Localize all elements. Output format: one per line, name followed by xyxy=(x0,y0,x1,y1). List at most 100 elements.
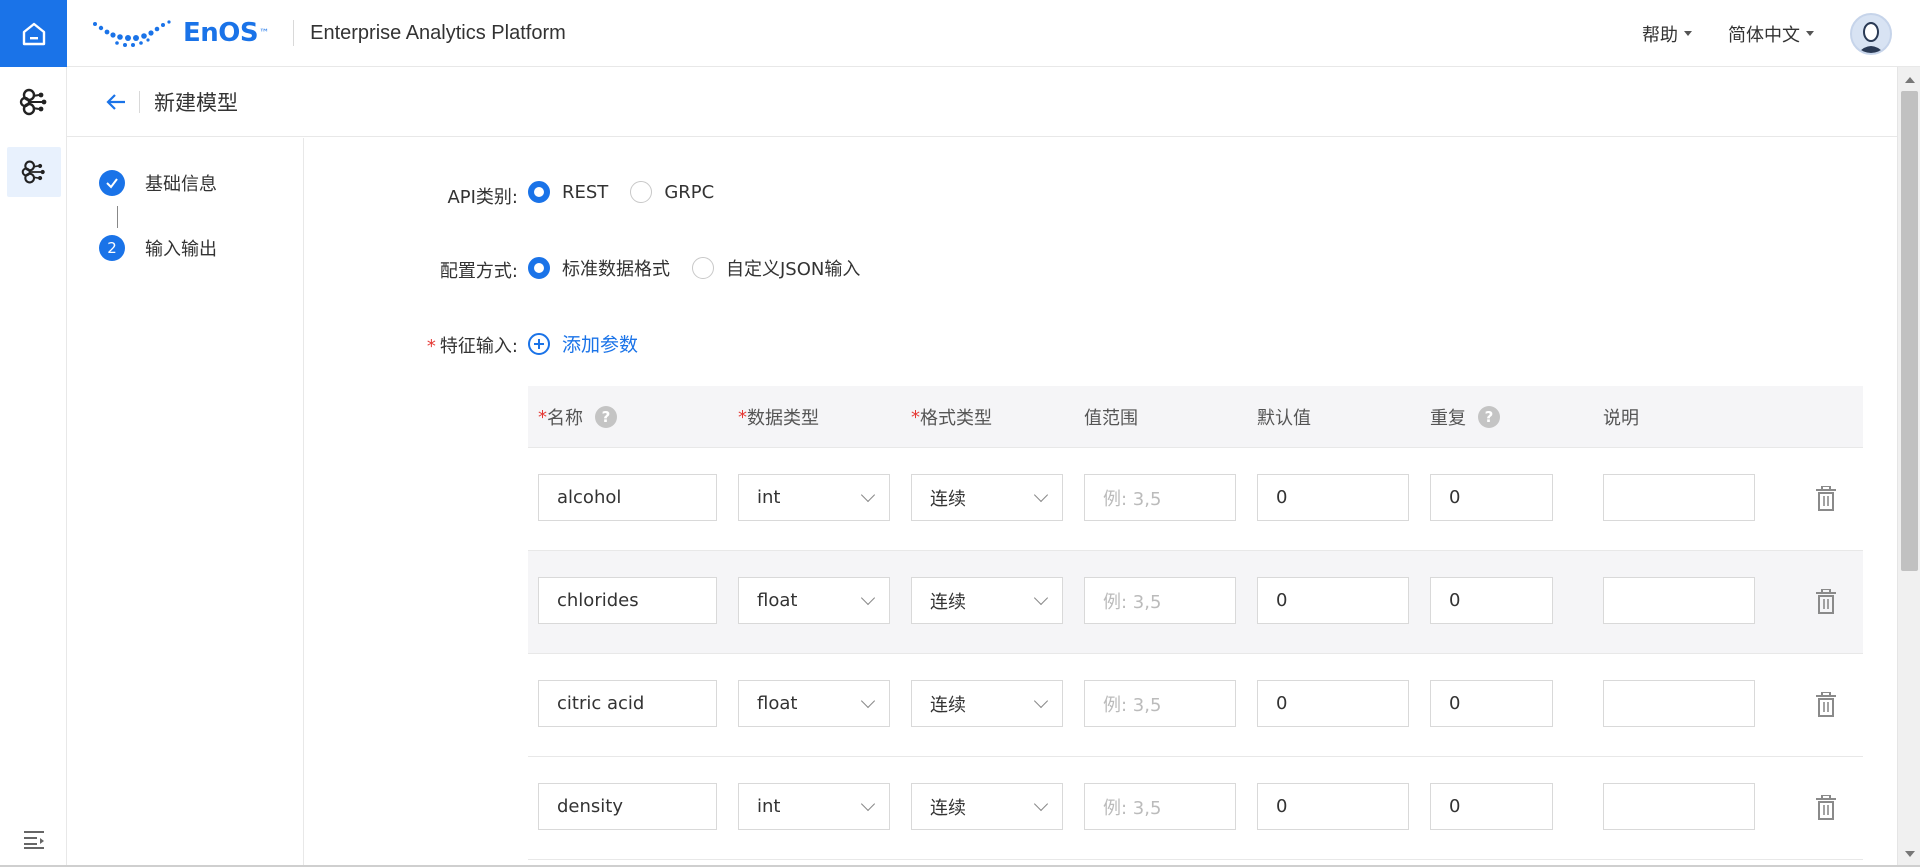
col-dtype: * 数据类型 xyxy=(738,386,819,448)
repeat-input[interactable]: 0 xyxy=(1430,680,1553,727)
brand-trademark: ™ xyxy=(259,27,270,39)
top-bar: EnOS ™ Enterprise Analytics Platform 帮助 … xyxy=(67,0,1920,67)
format-value: 连续 xyxy=(930,694,966,716)
brand-name: EnOS xyxy=(183,18,259,48)
dtype-select[interactable]: int xyxy=(738,783,890,830)
dtype-value: float xyxy=(757,693,798,714)
radio-grpc[interactable]: GRPC xyxy=(630,181,714,203)
name-input[interactable]: alcohol xyxy=(538,474,717,521)
back-button[interactable] xyxy=(105,91,127,113)
desc-input[interactable] xyxy=(1603,474,1755,521)
scrollbar-thumb[interactable] xyxy=(1901,91,1918,571)
help-icon[interactable]: ? xyxy=(595,406,617,428)
table-row: alcohol int 连续 例: 3,5 0 0 xyxy=(528,448,1863,551)
app-title: Enterprise Analytics Platform xyxy=(310,21,566,44)
format-value: 连续 xyxy=(930,591,966,613)
desc-input[interactable] xyxy=(1603,577,1755,624)
range-input[interactable]: 例: 3,5 xyxy=(1084,474,1236,521)
radio-custom-json[interactable]: 自定义JSON输入 xyxy=(692,255,860,281)
radio-checked-icon xyxy=(528,181,550,203)
range-input[interactable]: 例: 3,5 xyxy=(1084,680,1236,727)
default-input[interactable]: 0 xyxy=(1257,577,1409,624)
scroll-up-icon[interactable] xyxy=(1905,77,1915,83)
trash-icon[interactable] xyxy=(1814,795,1838,821)
caret-down-icon xyxy=(1684,31,1692,36)
enos-logo[interactable]: EnOS ™ xyxy=(91,18,269,48)
trash-icon[interactable] xyxy=(1814,692,1838,718)
top-right-menu: 帮助 简体中文 xyxy=(1642,0,1920,67)
logo-dots-icon xyxy=(93,20,171,47)
user-avatar-icon xyxy=(1858,21,1884,53)
help-icon[interactable]: ? xyxy=(1478,406,1500,428)
name-input[interactable]: density xyxy=(538,783,717,830)
vertical-scrollbar[interactable] xyxy=(1897,67,1920,867)
radio-checked-icon xyxy=(528,257,550,279)
range-input[interactable]: 例: 3,5 xyxy=(1084,577,1236,624)
radio-rest[interactable]: REST xyxy=(528,181,608,203)
collapse-menu-icon xyxy=(23,831,44,849)
name-input[interactable]: citric acid xyxy=(538,680,717,727)
plus-circle-icon xyxy=(528,332,550,355)
radio-custom-json-label: 自定义JSON输入 xyxy=(726,259,861,280)
dtype-select[interactable]: float xyxy=(738,680,890,727)
trash-icon[interactable] xyxy=(1814,486,1838,512)
repeat-input[interactable]: 0 xyxy=(1430,577,1553,624)
format-select[interactable]: 连续 xyxy=(911,680,1063,727)
table-row: chlorides float 连续 例: 3,5 0 0 xyxy=(528,551,1863,654)
config-mode-group: 标准数据格式 自定义JSON输入 xyxy=(528,255,860,281)
left-rail xyxy=(0,0,67,867)
arrow-left-icon xyxy=(106,93,125,110)
repeat-input[interactable]: 0 xyxy=(1430,783,1553,830)
step-number: 2 xyxy=(99,235,125,261)
name-input[interactable]: chlorides xyxy=(538,577,717,624)
feature-input-label: * 特征输入: xyxy=(304,332,518,358)
language-menu-label: 简体中文 xyxy=(1728,24,1800,46)
dtype-value: int xyxy=(757,796,781,817)
chevron-down-icon xyxy=(1033,590,1049,606)
desc-input[interactable] xyxy=(1603,783,1755,830)
step-connector xyxy=(117,206,118,228)
format-select[interactable]: 连续 xyxy=(911,577,1063,624)
collapse-sidebar-button[interactable] xyxy=(0,829,67,849)
default-input[interactable]: 0 xyxy=(1257,474,1409,521)
step-label: 基础信息 xyxy=(145,174,217,195)
format-select[interactable]: 连续 xyxy=(911,783,1063,830)
trash-icon[interactable] xyxy=(1814,589,1838,615)
header-separator xyxy=(139,90,140,113)
default-input[interactable]: 0 xyxy=(1257,783,1409,830)
radio-grpc-label: GRPC xyxy=(664,181,715,203)
api-type-group: REST GRPC xyxy=(528,181,714,203)
step-basic-info[interactable]: 基础信息 xyxy=(99,170,217,196)
user-avatar[interactable] xyxy=(1850,12,1892,55)
col-default: 默认值 xyxy=(1257,408,1311,429)
scroll-down-icon[interactable] xyxy=(1905,851,1915,857)
step-input-output[interactable]: 2 输入输出 xyxy=(99,235,217,261)
radio-rest-label: REST xyxy=(562,181,609,203)
default-input[interactable]: 0 xyxy=(1257,680,1409,727)
chevron-down-icon xyxy=(1033,796,1049,812)
nav-model-active[interactable] xyxy=(0,137,67,207)
col-repeat: 重复 ? xyxy=(1430,386,1500,448)
page-title: 新建模型 xyxy=(154,90,238,115)
dtype-select[interactable]: float xyxy=(738,577,890,624)
help-menu[interactable]: 帮助 xyxy=(1642,21,1692,47)
required-mark: * xyxy=(911,406,920,428)
chevron-down-icon xyxy=(860,487,876,503)
main-form: API类别: REST GRPC 配置方式: 标准数据格式 自定义JSON输入 … xyxy=(304,138,1897,867)
col-name-label: 名称 xyxy=(547,408,583,429)
table-header: * 名称 ? * 数据类型 * 格式类型 值范围 默认值 重复 ? 说明 xyxy=(528,386,1863,448)
home-button[interactable] xyxy=(0,0,67,67)
format-value: 连续 xyxy=(930,797,966,819)
add-param-button[interactable]: 添加参数 xyxy=(528,330,638,357)
nav-model-top[interactable] xyxy=(0,67,67,137)
repeat-input[interactable]: 0 xyxy=(1430,474,1553,521)
desc-input[interactable] xyxy=(1603,680,1755,727)
table-row: citric acid float 连续 例: 3,5 0 0 xyxy=(528,654,1863,757)
dtype-select[interactable]: int xyxy=(738,474,890,521)
range-input[interactable]: 例: 3,5 xyxy=(1084,783,1236,830)
radio-standard-format[interactable]: 标准数据格式 xyxy=(528,255,670,281)
steps-panel: 基础信息 2 输入输出 xyxy=(67,138,304,867)
col-format: * 格式类型 xyxy=(911,386,992,448)
format-select[interactable]: 连续 xyxy=(911,474,1063,521)
language-menu[interactable]: 简体中文 xyxy=(1728,21,1814,47)
